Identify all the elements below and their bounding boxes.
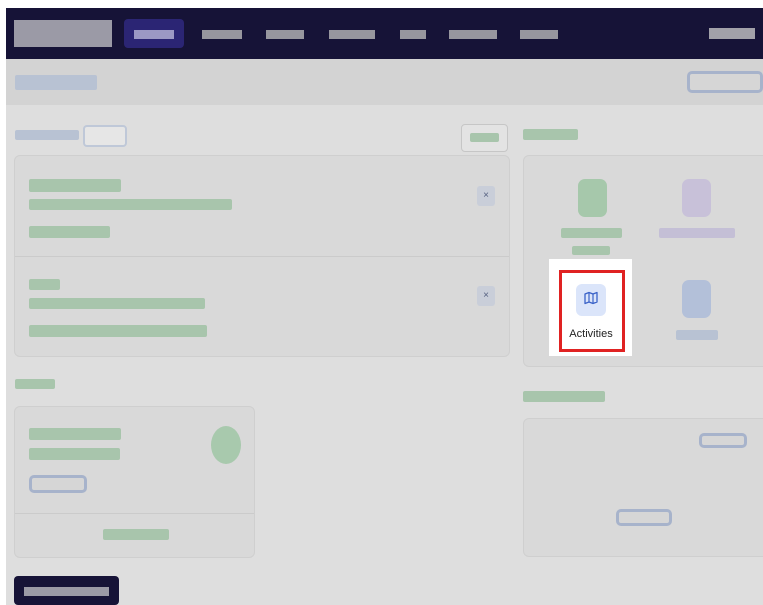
section-title	[15, 130, 79, 140]
entry-divider	[15, 256, 509, 257]
right-lower-card	[523, 418, 763, 557]
quick-link-4-label	[676, 330, 718, 340]
entry-1-title	[29, 179, 121, 192]
nav-item-7[interactable]	[520, 30, 558, 39]
entries-card: × ×	[14, 155, 510, 357]
user-menu[interactable]	[709, 28, 755, 39]
quick-link-1-label	[561, 228, 622, 238]
activities-label: Activities	[569, 328, 613, 340]
app-window: × ×	[6, 8, 763, 605]
entry-1-meta	[29, 226, 110, 238]
nav-item-3[interactable]	[266, 30, 304, 39]
header-action-button[interactable]	[687, 71, 763, 93]
quick-link-2-label	[659, 228, 735, 238]
nav-item-2[interactable]	[202, 30, 242, 39]
activities-button[interactable]	[576, 284, 606, 316]
quick-link-1-label-2	[572, 246, 610, 255]
nav-item-6[interactable]	[449, 30, 497, 39]
nav-item-active[interactable]	[124, 19, 184, 48]
quick-link-1-icon[interactable]	[578, 179, 607, 217]
floating-action-label	[24, 587, 109, 596]
summary-card	[14, 406, 255, 558]
quick-link-2-icon[interactable]	[682, 179, 711, 217]
entry-1-remove-button[interactable]: ×	[477, 186, 495, 206]
page-header	[6, 59, 763, 105]
summary-action-button[interactable]	[29, 475, 87, 493]
summary-divider	[15, 513, 254, 514]
second-right-title	[523, 391, 605, 402]
entry-2-title	[29, 279, 60, 290]
right-lower-center-button[interactable]	[616, 509, 672, 526]
brand-logo[interactable]	[14, 20, 112, 47]
summary-subtitle	[29, 448, 120, 460]
nav-item-active-label	[134, 30, 174, 39]
section-filter-toggle[interactable]	[83, 125, 127, 147]
section-add-label	[470, 133, 499, 142]
nav-item-4[interactable]	[329, 30, 375, 39]
page-title	[15, 75, 97, 90]
entry-2-meta	[29, 325, 207, 337]
section-add-button[interactable]	[461, 124, 508, 152]
right-lower-top-button[interactable]	[699, 433, 747, 448]
summary-footer-link[interactable]	[103, 529, 169, 540]
quick-link-4-icon[interactable]	[682, 280, 711, 318]
floating-action-button[interactable]	[14, 576, 119, 605]
summary-avatar	[211, 426, 241, 464]
quick-links-title	[523, 129, 578, 140]
map-icon	[584, 291, 598, 310]
entry-2-remove-button[interactable]: ×	[477, 286, 495, 306]
entry-1-subtitle	[29, 199, 232, 210]
nav-item-5[interactable]	[400, 30, 426, 39]
summary-title	[29, 428, 121, 440]
top-navigation-bar	[6, 8, 763, 59]
second-section-title	[15, 379, 55, 389]
entry-2-subtitle	[29, 298, 205, 309]
